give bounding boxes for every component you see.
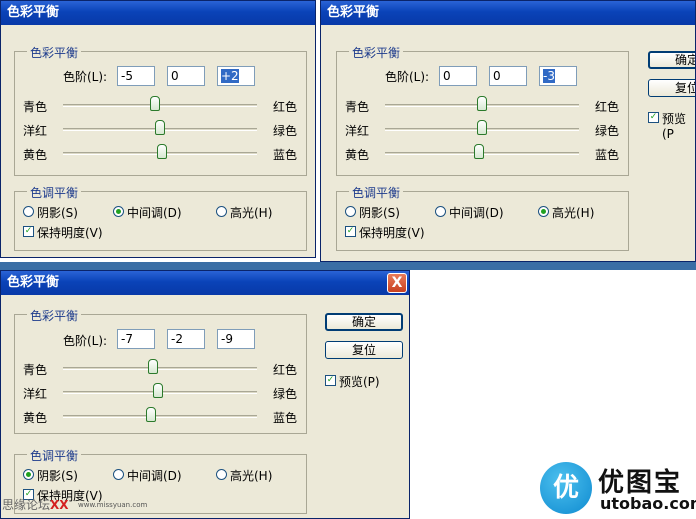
level-input-yellow-blue[interactable]: -9 — [217, 329, 255, 349]
radio-label-highlights[interactable]: 高光(H) — [230, 467, 272, 484]
radio-label-shadows[interactable]: 阴影(S) — [37, 204, 78, 221]
level-input-magenta-green[interactable]: 0 — [167, 66, 205, 86]
group-label: 色彩平衡 — [27, 44, 82, 61]
forum-watermark-mark: XX — [50, 498, 69, 512]
slider-thumb-yellow-blue[interactable] — [474, 144, 485, 159]
radio-shadows[interactable] — [23, 206, 34, 217]
preserve-luminosity-checkbox[interactable]: ✓ — [23, 226, 34, 237]
slider-label-red: 红色 — [273, 363, 298, 377]
group-label: 色彩平衡 — [349, 44, 404, 61]
ok-button[interactable]: 确定 — [325, 313, 403, 331]
slider-label-red: 红色 — [595, 100, 620, 114]
level-input-cyan-red[interactable]: -5 — [117, 66, 155, 86]
slider-thumb-magenta-green[interactable] — [155, 120, 165, 135]
color-balance-group: 色彩平衡 色阶(L): 0 0 -3 青色 红色 洋红 绿色 黄色 蓝色 — [336, 44, 629, 176]
radio-highlights[interactable] — [216, 206, 227, 217]
levels-label: 色阶(L): — [385, 70, 430, 84]
radio-shadows[interactable] — [23, 469, 34, 480]
radio-label-midtones[interactable]: 中间调(D) — [127, 204, 182, 221]
slider-label-blue: 蓝色 — [273, 411, 298, 425]
color-balance-group: 色彩平衡 色阶(L): -7 -2 -9 青色 红色 洋红 绿色 黄色 蓝色 — [14, 307, 307, 434]
slider-thumb-cyan-red[interactable] — [148, 359, 159, 374]
dialog-title: 色彩平衡 — [1, 271, 409, 295]
watermark-url: www.missyuan.com — [78, 501, 148, 509]
slider-thumb-cyan-red[interactable] — [477, 96, 487, 111]
slider-thumb-magenta-green[interactable] — [477, 120, 487, 135]
reset-button[interactable]: 复位 — [648, 79, 695, 97]
slider-thumb-magenta-green[interactable] — [153, 383, 164, 398]
level-input-cyan-red[interactable]: -7 — [117, 329, 155, 349]
preview-label[interactable]: 预览(P — [662, 110, 695, 141]
levels-label: 色阶(L): — [63, 70, 108, 84]
utobao-logo-icon: 优 — [540, 462, 592, 514]
color-balance-dialog-1: 色彩平衡 色彩平衡 色阶(L): -5 0 +2 青色 红色 洋红 绿色 黄色 … — [0, 0, 316, 258]
tone-balance-group: 色调平衡 阴影(S) 中间调(D) 高光(H) ✓ 保持明度(V) — [14, 184, 307, 251]
preview-checkbox[interactable]: ✓ — [325, 375, 336, 386]
slider-label-green: 绿色 — [273, 124, 298, 138]
slider-label-cyan: 青色 — [345, 100, 370, 114]
tone-balance-group: 色调平衡 阴影(S) 中间调(D) 高光(H) ✓ 保持明度(V) — [336, 184, 629, 251]
slider-label-yellow: 黄色 — [23, 411, 48, 425]
slider-label-red: 红色 — [273, 100, 298, 114]
radio-shadows[interactable] — [345, 206, 356, 217]
ok-button[interactable]: 确定 — [648, 51, 695, 69]
slider-label-blue: 蓝色 — [595, 148, 620, 162]
preserve-luminosity-label[interactable]: 保持明度(V) — [359, 224, 425, 241]
slider-label-magenta: 洋红 — [23, 387, 48, 401]
radio-highlights[interactable] — [216, 469, 227, 480]
slider-label-blue: 蓝色 — [273, 148, 298, 162]
color-balance-dialog-2: 色彩平衡 色彩平衡 色阶(L): 0 0 -3 青色 红色 洋红 绿色 黄色 蓝… — [320, 0, 696, 262]
radio-highlights[interactable] — [538, 206, 549, 217]
radio-label-shadows[interactable]: 阴影(S) — [37, 467, 78, 484]
background-strip — [0, 262, 696, 270]
radio-label-highlights[interactable]: 高光(H) — [230, 204, 272, 221]
close-button[interactable]: X — [387, 273, 407, 293]
levels-label: 色阶(L): — [63, 334, 108, 348]
slider-label-cyan: 青色 — [23, 100, 48, 114]
level-input-magenta-green[interactable]: 0 — [489, 66, 527, 86]
level-input-yellow-blue[interactable]: -3 — [539, 66, 577, 86]
slider-thumb-yellow-blue[interactable] — [146, 407, 157, 422]
level-input-yellow-blue[interactable]: +2 — [217, 66, 255, 86]
color-balance-dialog-3: 色彩平衡 X 色彩平衡 色阶(L): -7 -2 -9 青色 红色 洋红 绿色 … — [0, 270, 410, 519]
slider-label-magenta: 洋红 — [23, 124, 48, 138]
slider-track-yellow-blue[interactable] — [63, 415, 257, 418]
group-label: 色调平衡 — [27, 447, 82, 464]
reset-button[interactable]: 复位 — [325, 341, 403, 359]
slider-label-magenta: 洋红 — [345, 124, 370, 138]
color-balance-group: 色彩平衡 色阶(L): -5 0 +2 青色 红色 洋红 绿色 黄色 蓝色 — [14, 44, 307, 176]
slider-label-cyan: 青色 — [23, 363, 48, 377]
level-input-cyan-red[interactable]: 0 — [439, 66, 477, 86]
radio-label-midtones[interactable]: 中间调(D) — [127, 467, 182, 484]
slider-label-green: 绿色 — [595, 124, 620, 138]
group-label: 色调平衡 — [349, 184, 404, 201]
preview-checkbox[interactable]: ✓ — [648, 112, 659, 123]
preserve-luminosity-checkbox[interactable]: ✓ — [345, 226, 356, 237]
radio-midtones[interactable] — [113, 206, 124, 217]
preview-label[interactable]: 预览(P) — [339, 373, 380, 390]
forum-watermark-text: 思缘论坛 — [2, 498, 51, 512]
brand-url: utobao.com — [600, 494, 696, 513]
level-input-magenta-green[interactable]: -2 — [167, 329, 205, 349]
slider-thumb-cyan-red[interactable] — [150, 96, 161, 111]
radio-label-midtones[interactable]: 中间调(D) — [449, 204, 504, 221]
dialog-title: 色彩平衡 — [321, 1, 695, 25]
radio-label-highlights[interactable]: 高光(H) — [552, 204, 594, 221]
radio-midtones[interactable] — [113, 469, 124, 480]
preserve-luminosity-label[interactable]: 保持明度(V) — [37, 224, 103, 241]
dialog-title: 色彩平衡 — [1, 1, 315, 25]
slider-thumb-yellow-blue[interactable] — [156, 144, 167, 159]
slider-track-cyan-red[interactable] — [63, 367, 257, 370]
group-label: 色调平衡 — [27, 184, 82, 201]
radio-label-shadows[interactable]: 阴影(S) — [359, 204, 400, 221]
radio-midtones[interactable] — [435, 206, 446, 217]
slider-label-yellow: 黄色 — [23, 148, 48, 162]
group-label: 色彩平衡 — [27, 307, 82, 324]
slider-label-green: 绿色 — [273, 387, 298, 401]
forum-watermark: 思缘论坛XX — [2, 496, 69, 513]
slider-label-yellow: 黄色 — [345, 148, 370, 162]
